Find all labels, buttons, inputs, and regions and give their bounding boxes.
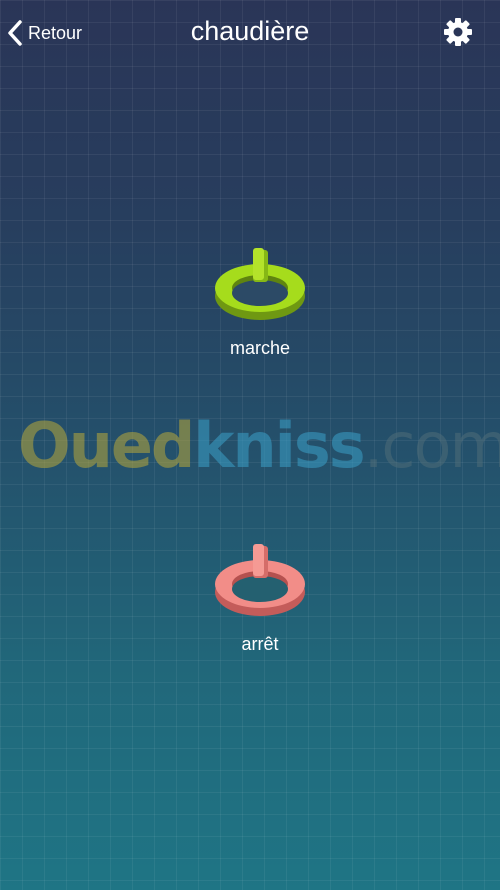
top-bar: Retour chaudière: [0, 0, 500, 66]
watermark-part-1: Oued: [18, 409, 195, 482]
watermark-logo: Ouedkniss.com: [18, 406, 500, 486]
watermark-part-3: .com: [363, 409, 500, 482]
gear-icon: [444, 18, 472, 46]
settings-button[interactable]: [442, 16, 474, 48]
power-on-label: marche: [229, 338, 291, 358]
page-title: chaudière: [190, 16, 310, 46]
power-icon: [215, 248, 305, 320]
power-icon: [215, 544, 305, 616]
power-off-button[interactable]: arrêt: [205, 540, 315, 655]
power-off-label: arrêt: [241, 634, 279, 654]
watermark-part-2: kniss: [193, 409, 365, 482]
power-on-button[interactable]: marche: [205, 244, 315, 359]
